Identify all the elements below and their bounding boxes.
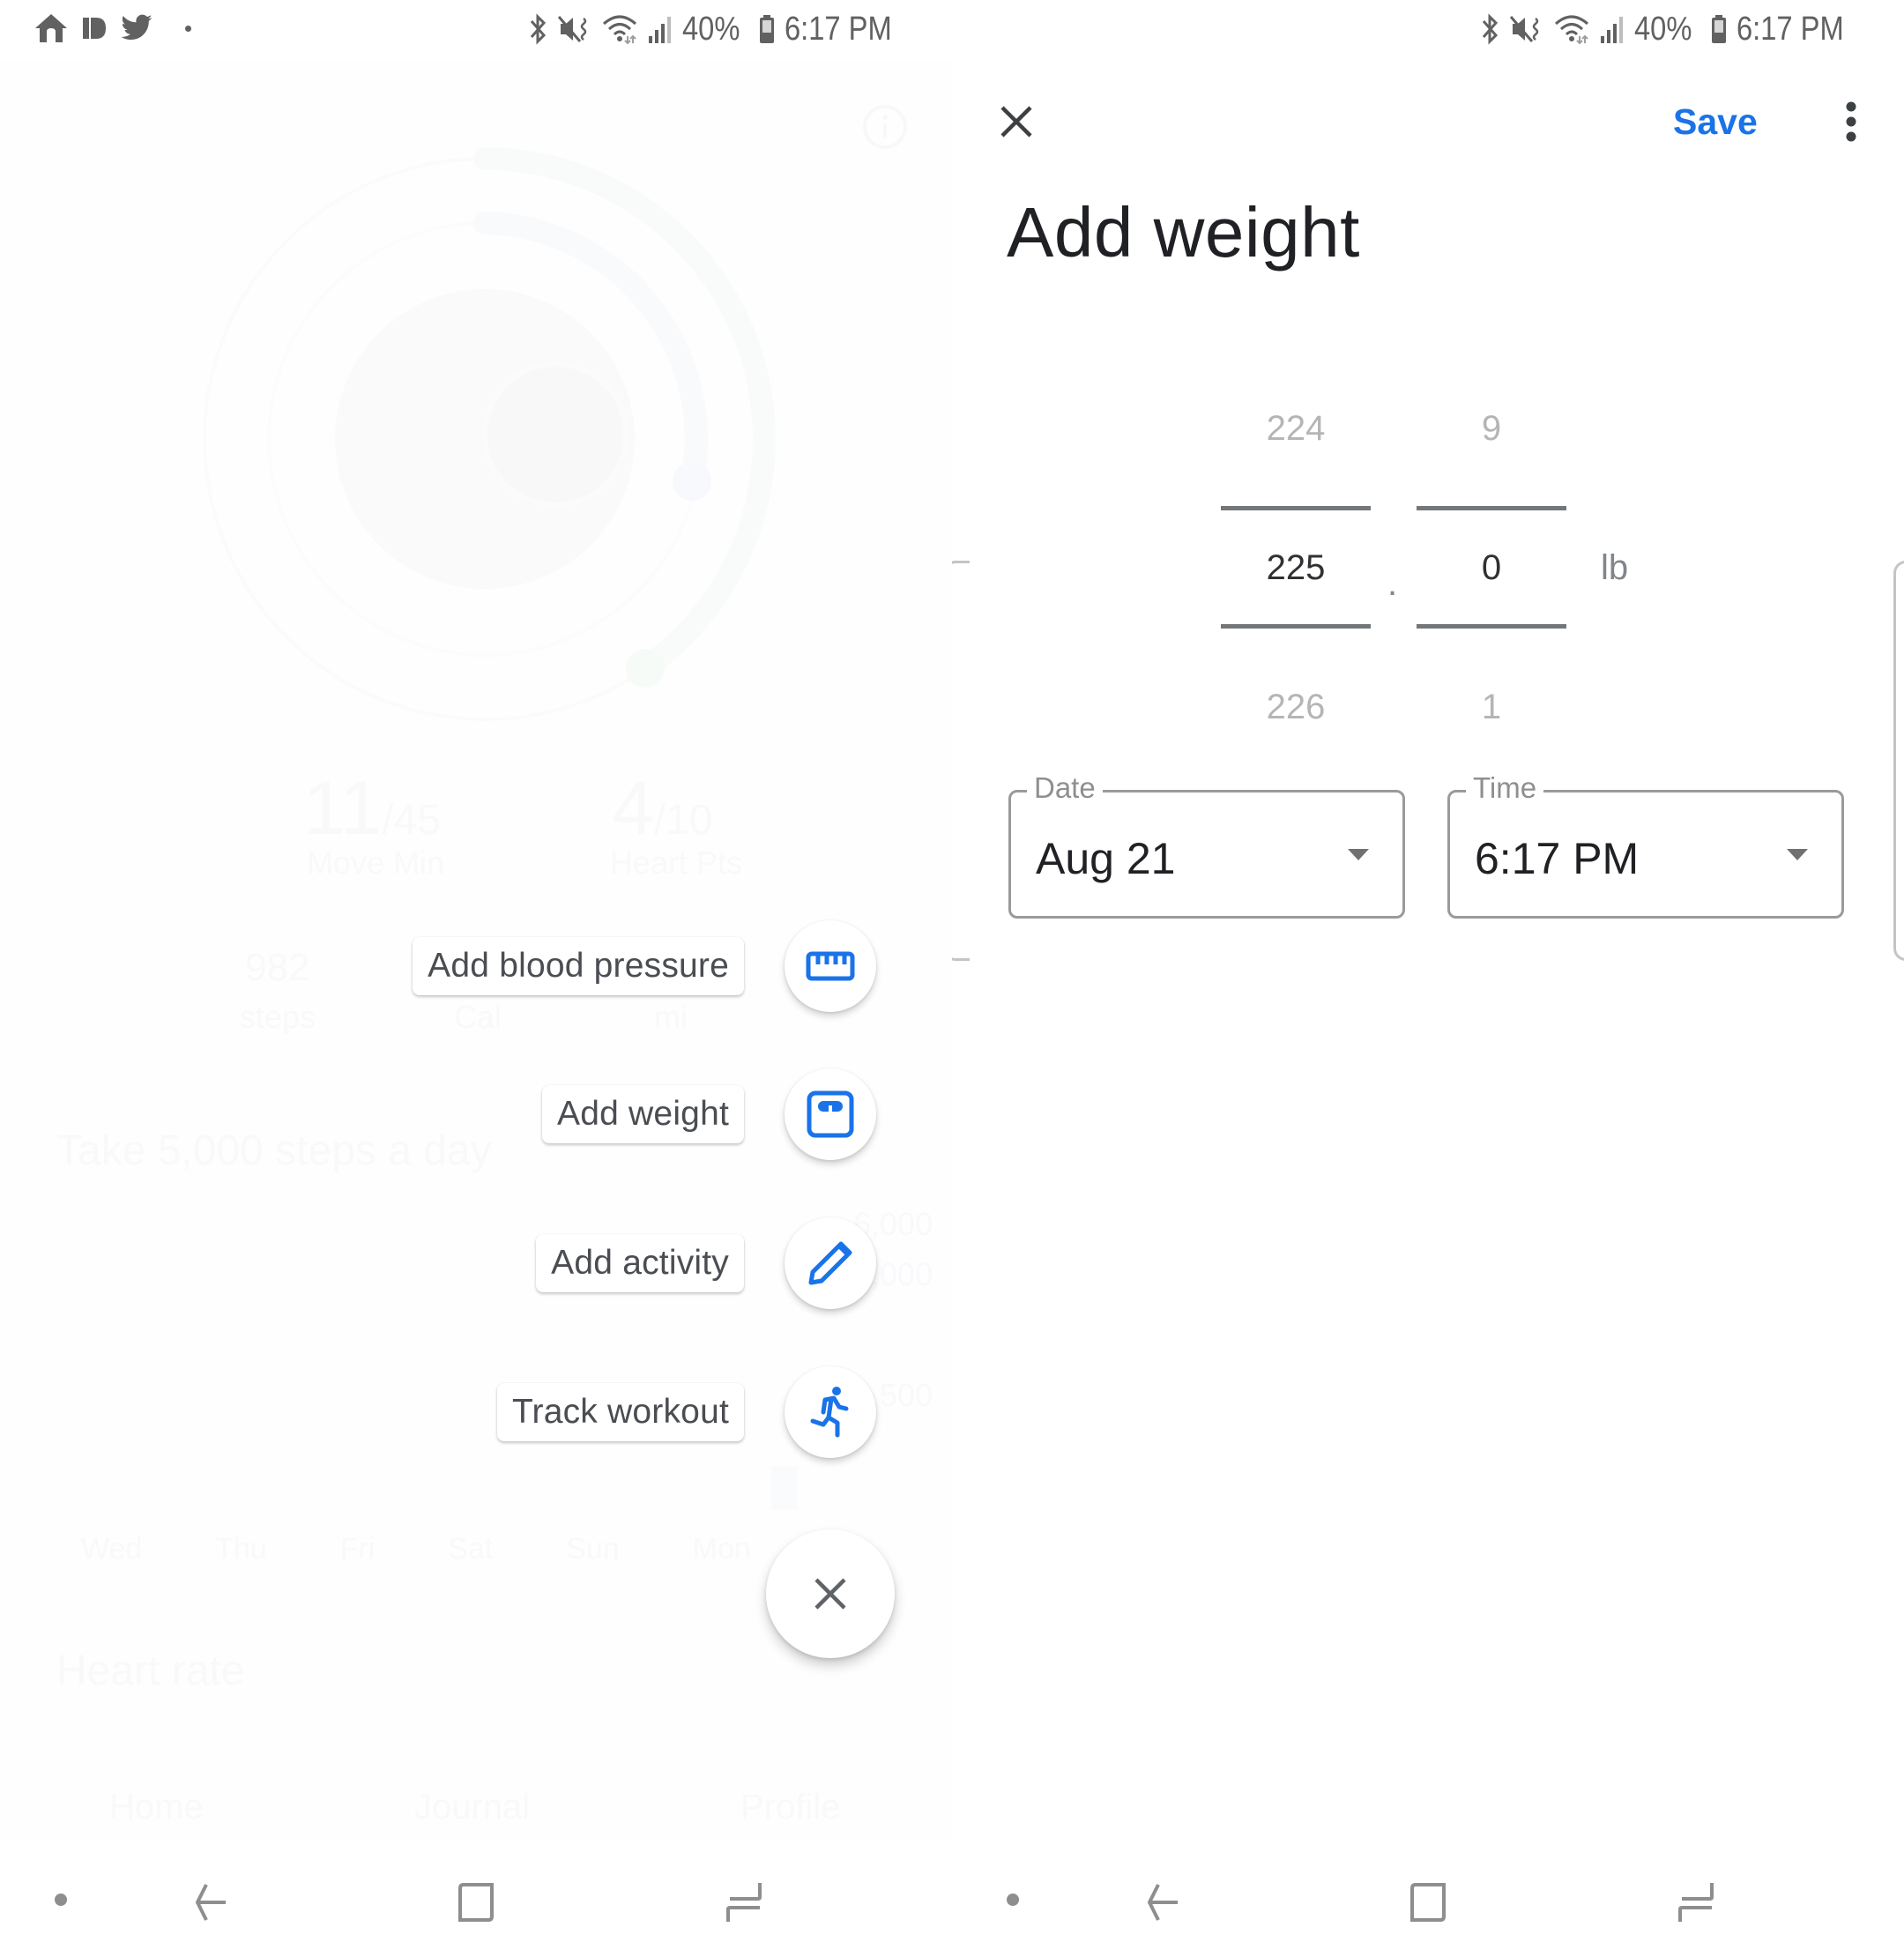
close-button[interactable] xyxy=(987,93,1045,151)
decimal-separator: . xyxy=(1387,564,1398,603)
picker-divider xyxy=(1417,506,1566,510)
signal-icon xyxy=(649,17,672,43)
wifi-icon xyxy=(603,15,637,45)
nav-dot-indicator xyxy=(55,1894,67,1906)
home-square-icon xyxy=(458,1883,494,1922)
vibrate-mute-icon xyxy=(1510,16,1539,42)
add-weight-screen: 40% 6:17 PM xyxy=(952,0,1904,1957)
picker-prev-value[interactable]: 9 xyxy=(1417,409,1566,449)
add-blood-pressure-button[interactable] xyxy=(785,920,876,1012)
add-activity-label[interactable]: Add activity xyxy=(536,1234,744,1292)
time-field[interactable]: Time 6:17 PM xyxy=(1447,771,1844,919)
running-person-icon xyxy=(810,1387,849,1438)
add-activity-button[interactable] xyxy=(785,1217,876,1309)
right-edge-artifact xyxy=(1893,561,1904,961)
add-blood-pressure-label[interactable]: Add blood pressure xyxy=(413,937,744,995)
close-icon xyxy=(814,1578,846,1610)
pencil-icon xyxy=(808,1241,852,1285)
date-field-value[interactable]: Aug 21 xyxy=(1036,833,1175,884)
picker-next-value[interactable]: 1 xyxy=(1417,688,1566,727)
more-options-button[interactable] xyxy=(1829,93,1873,151)
weight-whole-picker[interactable]: 224 225 226 xyxy=(1221,406,1371,732)
speed-dial-add-activity[interactable]: Add activity xyxy=(0,1215,952,1312)
notification-icons xyxy=(33,11,191,46)
bluetooth-icon xyxy=(1483,13,1499,45)
nav-recents-button[interactable] xyxy=(718,1876,770,1929)
date-field[interactable]: Date Aug 21 xyxy=(1008,771,1405,919)
back-icon xyxy=(195,1884,226,1921)
back-icon xyxy=(1147,1884,1178,1921)
battery-percent: 40% xyxy=(682,10,740,48)
twitter-icon xyxy=(121,14,152,40)
recents-icon xyxy=(726,1883,762,1922)
track-workout-label[interactable]: Track workout xyxy=(496,1383,744,1441)
home-icon xyxy=(35,14,67,42)
add-weight-label[interactable]: Add weight xyxy=(542,1085,744,1143)
system-nav-bar xyxy=(952,1841,1904,1957)
picker-divider xyxy=(1417,624,1566,629)
picker-divider xyxy=(1221,506,1371,510)
speed-dial-add-blood-pressure[interactable]: Add blood pressure xyxy=(0,918,952,1015)
fit-home-screen: 40% 6:17 PM 11/45 Move Min 4/10 Heart Pt… xyxy=(0,0,952,1957)
nav-home-button[interactable] xyxy=(450,1876,502,1929)
left-edge-artifact xyxy=(952,561,970,961)
status-bar: 40% 6:17 PM xyxy=(952,0,1904,60)
track-workout-button[interactable] xyxy=(785,1366,876,1458)
speed-dial-add-weight[interactable]: Add weight xyxy=(0,1066,952,1163)
dropdown-arrow-icon xyxy=(1787,849,1808,860)
battery-icon xyxy=(760,15,775,43)
save-button[interactable]: Save xyxy=(1657,93,1774,151)
nav-back-button[interactable] xyxy=(1135,1876,1188,1929)
weight-unit: lb xyxy=(1601,548,1629,587)
bluetooth-icon xyxy=(531,13,547,45)
page-title: Add weight xyxy=(1007,193,1360,272)
home-square-icon xyxy=(1410,1883,1446,1922)
status-bar: 40% 6:17 PM xyxy=(0,0,952,60)
picker-divider xyxy=(1221,624,1371,629)
blood-pressure-cuff-icon xyxy=(806,951,855,981)
vibrate-mute-icon xyxy=(558,16,587,42)
nav-recents-button[interactable] xyxy=(1670,1876,1722,1929)
pandora-icon xyxy=(83,18,106,39)
more-vert-icon xyxy=(1846,101,1856,142)
close-icon xyxy=(1000,106,1032,138)
weight-scale-icon xyxy=(807,1090,854,1138)
battery-icon xyxy=(1712,15,1727,43)
weight-fraction-picker[interactable]: 9 0 1 xyxy=(1417,406,1566,732)
signal-icon xyxy=(1601,17,1624,43)
picker-selected-value[interactable]: 0 xyxy=(1417,548,1566,588)
wifi-icon xyxy=(1555,15,1589,45)
date-field-label: Date xyxy=(1027,771,1103,805)
nav-back-button[interactable] xyxy=(183,1876,236,1929)
system-status-icons: 40% 6:17 PM xyxy=(529,7,910,51)
notification-dot-icon xyxy=(185,25,191,32)
system-nav-bar xyxy=(0,1841,952,1957)
nav-home-button[interactable] xyxy=(1402,1876,1454,1929)
picker-next-value[interactable]: 226 xyxy=(1221,688,1371,727)
battery-percent: 40% xyxy=(1634,10,1692,48)
clock: 6:17 PM xyxy=(785,10,893,48)
nav-dot-indicator xyxy=(1007,1894,1019,1906)
dropdown-arrow-icon xyxy=(1348,849,1369,860)
system-status-icons: 40% 6:17 PM xyxy=(1481,7,1862,51)
close-speed-dial-button[interactable] xyxy=(766,1529,895,1658)
picker-prev-value[interactable]: 224 xyxy=(1221,409,1371,449)
time-field-label: Time xyxy=(1466,771,1544,805)
picker-selected-value[interactable]: 225 xyxy=(1221,548,1371,588)
recents-icon xyxy=(1678,1883,1714,1922)
clock: 6:17 PM xyxy=(1737,10,1845,48)
add-weight-button[interactable] xyxy=(785,1068,876,1160)
speed-dial-track-workout[interactable]: Track workout xyxy=(0,1364,952,1461)
time-field-value[interactable]: 6:17 PM xyxy=(1475,833,1639,884)
